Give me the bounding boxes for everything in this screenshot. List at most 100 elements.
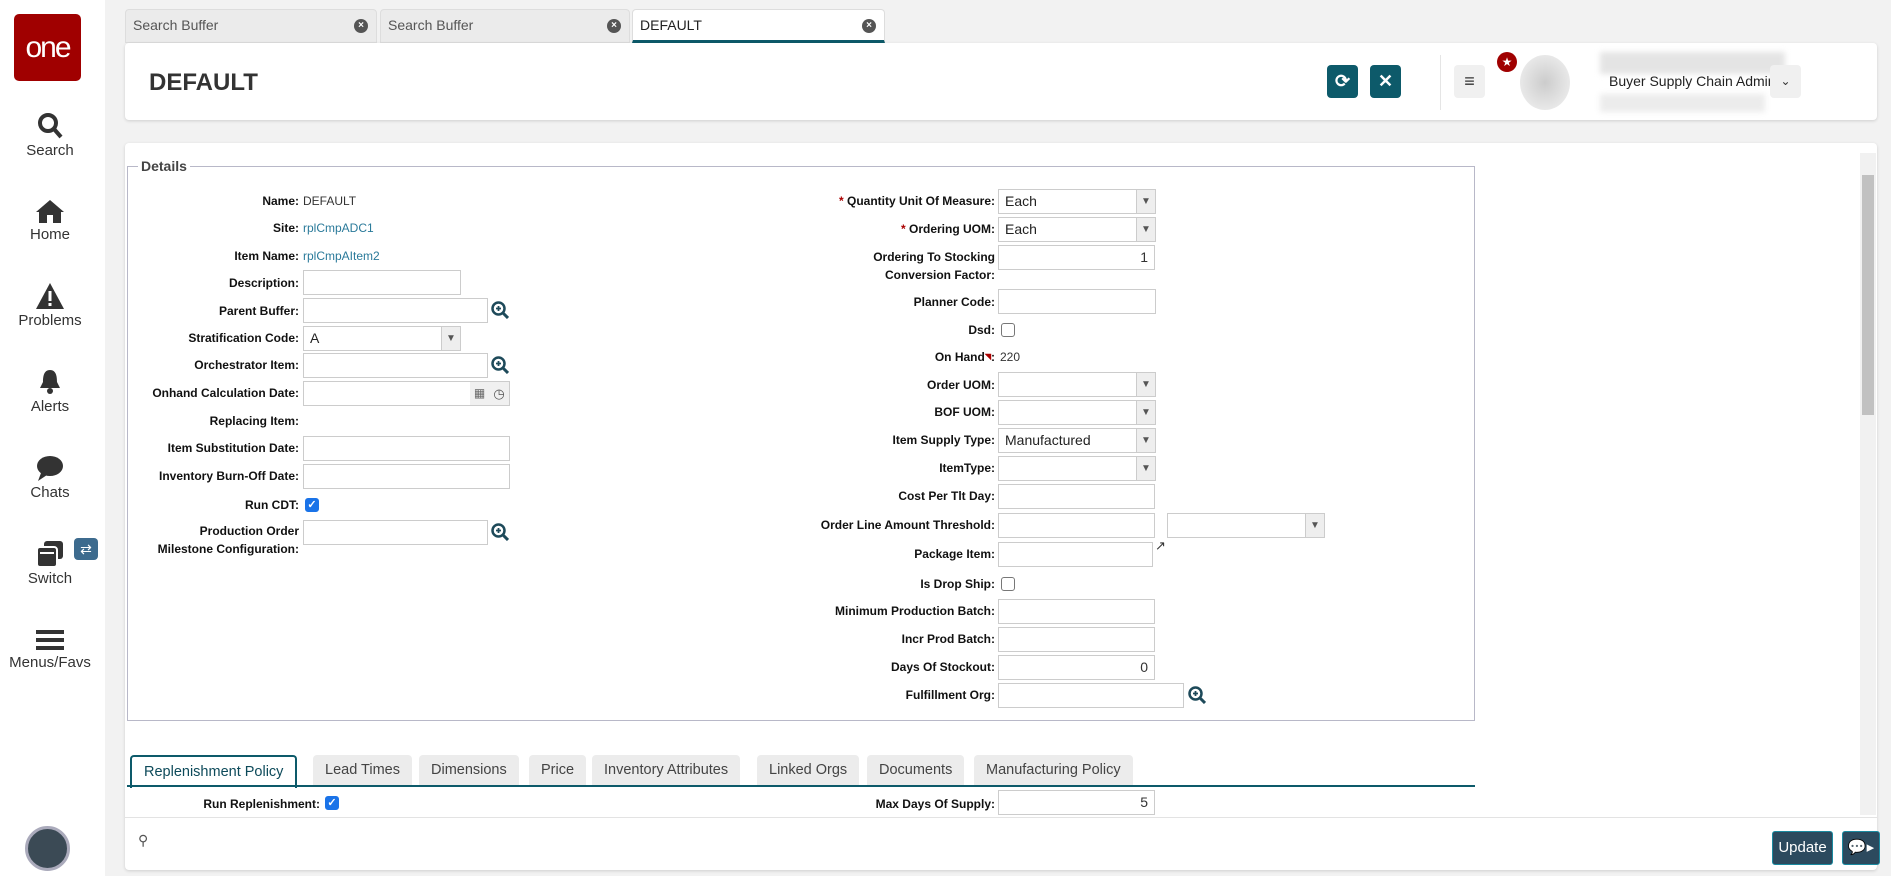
- comment-marker-icon[interactable]: ◥: [985, 352, 991, 361]
- tab-label: Search Buffer: [133, 17, 219, 33]
- divider: [1440, 55, 1441, 110]
- quantity-uom-label: Quantity Unit Of Measure:: [846, 194, 995, 208]
- nav-search[interactable]: Search: [0, 112, 100, 159]
- parent-buffer-input[interactable]: [303, 298, 488, 323]
- scrollbar-thumb[interactable]: [1862, 175, 1874, 415]
- order-line-threshold-input[interactable]: [998, 513, 1155, 538]
- nav-chats[interactable]: Chats: [0, 454, 100, 501]
- days-of-stockout-input[interactable]: 0: [998, 655, 1155, 680]
- orchestrator-item-input[interactable]: [303, 353, 488, 378]
- order-uom-select[interactable]: ▼: [998, 372, 1156, 397]
- close-tab-icon[interactable]: ×: [607, 19, 621, 33]
- quantity-uom-select[interactable]: Each ▼: [998, 189, 1156, 214]
- tab-inventory-attributes[interactable]: Inventory Attributes: [592, 755, 741, 786]
- switch-arrows-icon[interactable]: ⇄: [74, 538, 98, 560]
- close-tab-icon[interactable]: ×: [862, 19, 876, 33]
- app-logo[interactable]: one: [14, 14, 81, 81]
- is-drop-ship-checkbox[interactable]: [1001, 577, 1015, 591]
- details-legend: Details: [141, 158, 187, 174]
- chevron-down-icon: ▼: [1136, 190, 1155, 213]
- onhand-calculation-date-label: Onhand Calculation Date:: [152, 386, 299, 400]
- description-input[interactable]: [303, 270, 461, 295]
- tab-documents[interactable]: Documents: [867, 755, 965, 786]
- threshold-currency-select[interactable]: ▼: [1167, 513, 1325, 538]
- nav-alerts[interactable]: Alerts: [0, 368, 100, 415]
- external-link-icon[interactable]: ↗: [1155, 538, 1166, 554]
- package-item-input[interactable]: [998, 542, 1153, 567]
- item-supply-type-label: Item Supply Type:: [892, 433, 995, 447]
- conversion-factor-input[interactable]: 1: [998, 245, 1155, 270]
- selected-value: Each: [1005, 221, 1037, 237]
- selected-value: A: [310, 330, 320, 346]
- profile-avatar[interactable]: [1520, 55, 1570, 110]
- item-name-link[interactable]: rplCmpAItem2: [303, 249, 380, 263]
- favorite-star-icon[interactable]: ★: [1497, 52, 1517, 72]
- calendar-icon[interactable]: ▦: [470, 382, 489, 405]
- tab-replenishment-policy[interactable]: Replenishment Policy: [130, 755, 298, 788]
- magnify-plus-icon[interactable]: [491, 523, 509, 541]
- is-drop-ship-label: Is Drop Ship:: [920, 577, 995, 591]
- scrollbar[interactable]: [1860, 153, 1876, 815]
- nav-label: Problems: [18, 312, 82, 329]
- update-button[interactable]: Update: [1772, 831, 1833, 865]
- item-substitution-date-input[interactable]: [303, 436, 510, 461]
- orchestrator-item-label: Orchestrator Item:: [194, 358, 299, 372]
- magnify-plus-icon[interactable]: [491, 356, 509, 374]
- run-replenishment-checkbox[interactable]: ✓: [325, 796, 339, 810]
- menu-button[interactable]: ≡: [1454, 65, 1485, 98]
- stratification-code-label: Stratification Code:: [188, 331, 299, 345]
- warning-icon: [36, 283, 64, 309]
- tab-search-buffer-1[interactable]: Search Buffer ×: [125, 9, 377, 43]
- settings-tool-icon[interactable]: ⚲: [138, 832, 148, 849]
- incr-prod-batch-input[interactable]: [998, 627, 1155, 652]
- run-cdt-checkbox[interactable]: ✓: [305, 498, 319, 512]
- tab-price[interactable]: Price: [529, 755, 587, 786]
- tab-search-buffer-2[interactable]: Search Buffer ×: [380, 9, 630, 43]
- tab-dimensions[interactable]: Dimensions: [419, 755, 519, 786]
- tab-default[interactable]: DEFAULT ×: [632, 9, 885, 43]
- refresh-button[interactable]: ⟳: [1327, 65, 1358, 98]
- planner-code-input[interactable]: [998, 289, 1156, 314]
- item-supply-type-select[interactable]: Manufactured ▼: [998, 428, 1156, 453]
- nav-label: Switch: [27, 570, 73, 587]
- parent-buffer-label: Parent Buffer:: [218, 304, 299, 318]
- user-name-blurred: [1600, 52, 1785, 74]
- cost-per-tlt-day-input[interactable]: [998, 484, 1155, 509]
- tab-manufacturing-policy[interactable]: Manufacturing Policy: [974, 755, 1133, 786]
- item-type-select[interactable]: ▼: [998, 456, 1156, 481]
- user-avatar[interactable]: [25, 826, 70, 871]
- nav-menus-favs[interactable]: Menus/Favs: [0, 628, 100, 671]
- site-link[interactable]: rplCmpADC1: [303, 221, 374, 235]
- stratification-code-select[interactable]: A ▼: [303, 326, 461, 351]
- page-title: DEFAULT: [149, 69, 258, 96]
- max-days-of-supply-input[interactable]: 5: [998, 790, 1155, 815]
- minimum-production-batch-input[interactable]: [998, 599, 1155, 624]
- magnify-plus-icon[interactable]: [1188, 686, 1206, 704]
- nav-label: Alerts: [30, 398, 70, 415]
- nav-problems[interactable]: Problems: [0, 282, 100, 329]
- chat-icon: [37, 456, 63, 481]
- tab-lead-times[interactable]: Lead Times: [313, 755, 412, 786]
- fulfillment-org-input[interactable]: [998, 683, 1184, 708]
- chat-toggle-icon[interactable]: 💬▸: [1842, 831, 1880, 865]
- run-replenishment-label: Run Replenishment:: [203, 797, 320, 811]
- nav-home[interactable]: Home: [0, 198, 100, 243]
- close-button[interactable]: ✕: [1370, 65, 1401, 98]
- chevron-down-icon: ▼: [1136, 457, 1155, 480]
- bof-uom-select[interactable]: ▼: [998, 400, 1156, 425]
- user-menu-chevron-icon[interactable]: ⌄: [1770, 65, 1801, 98]
- milestone-configuration-label: Milestone Configuration:: [157, 542, 299, 556]
- production-order-milestone-input[interactable]: [303, 520, 488, 545]
- conversion-factor-label-2: Conversion Factor:: [884, 268, 995, 282]
- close-tab-icon[interactable]: ×: [354, 19, 368, 33]
- search-icon: [38, 113, 63, 139]
- magnify-plus-icon[interactable]: [491, 301, 509, 319]
- ordering-uom-select[interactable]: Each ▼: [998, 217, 1156, 242]
- max-days-of-supply-label: Max Days Of Supply:: [875, 797, 995, 811]
- inventory-burn-off-date-input[interactable]: [303, 464, 510, 489]
- tab-linked-orgs[interactable]: Linked Orgs: [757, 755, 860, 786]
- clock-icon[interactable]: ◷: [489, 382, 509, 405]
- planner-code-label: Planner Code:: [913, 295, 995, 309]
- name-value: DEFAULT: [303, 194, 357, 208]
- dsd-checkbox[interactable]: [1001, 323, 1015, 337]
